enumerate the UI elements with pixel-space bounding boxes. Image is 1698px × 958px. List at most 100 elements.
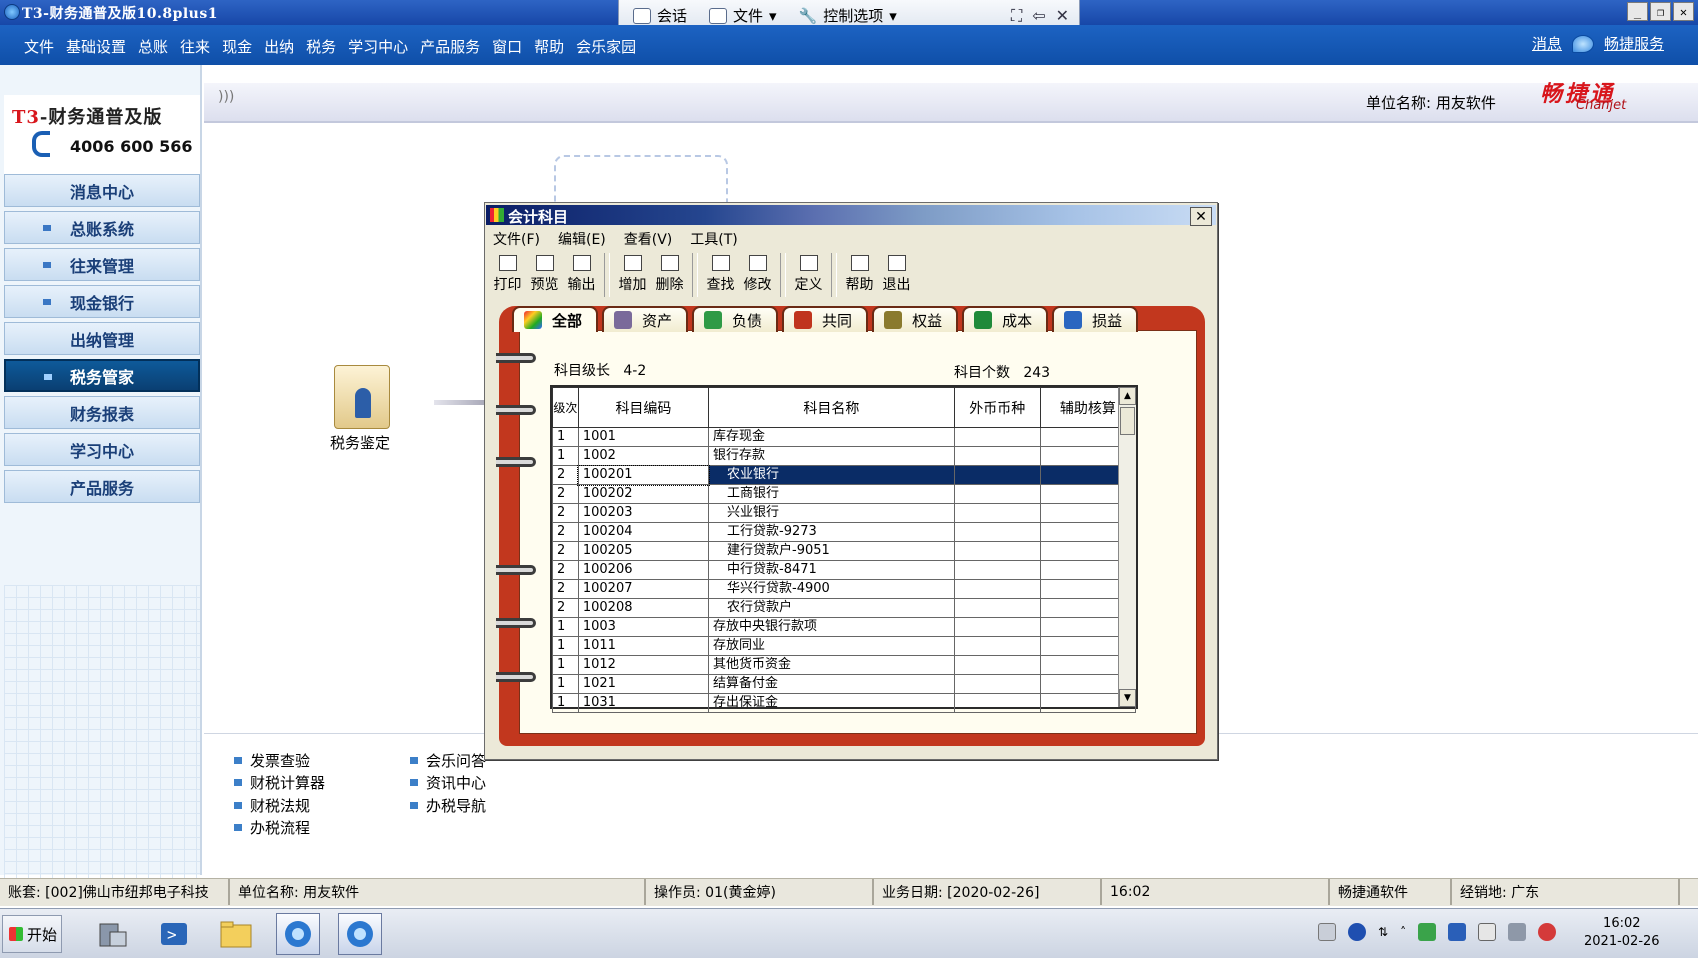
dialog-close-button[interactable]: ✕ [1190, 207, 1212, 226]
network-icon[interactable] [1418, 923, 1437, 941]
tab-3[interactable]: 共同 [782, 306, 869, 332]
link-item[interactable]: 发票查验 [234, 749, 325, 772]
link-item[interactable]: 办税流程 [234, 817, 325, 840]
t3-app-icon-2[interactable] [338, 913, 382, 955]
toolbar-button-9[interactable]: 退出 [878, 253, 915, 297]
menu-item-5[interactable]: 出纳 [264, 36, 294, 57]
column-header-3[interactable]: 外币币种 [953, 387, 1041, 428]
table-row[interactable]: 1 1002 银行存款 [552, 446, 1137, 466]
menu-item-11[interactable]: 会乐家园 [576, 36, 636, 57]
scroll-down-button[interactable]: ▼ [1119, 689, 1136, 707]
table-row[interactable]: 1 1031 存出保证金 [552, 693, 1137, 713]
link-item[interactable]: 会乐问答 [410, 749, 486, 772]
sidebar-item-3[interactable]: 现金银行 [4, 285, 200, 318]
expand-chevron-icon[interactable]: ))) [218, 89, 234, 105]
table-row[interactable]: 1 1012 其他货币资金 [552, 655, 1137, 675]
sidebar-item-0[interactable]: 消息中心 [4, 174, 200, 207]
link-item[interactable]: 资讯中心 [410, 772, 486, 795]
dialog-menu-item-3[interactable]: 工具(T) [690, 229, 737, 249]
table-row[interactable]: 2 100202 工商银行 [552, 484, 1137, 504]
link-item[interactable]: 办税导航 [410, 794, 486, 817]
table-row[interactable]: 2 100203 兴业银行 [552, 503, 1137, 523]
message-icon[interactable] [1571, 34, 1594, 53]
tax-assessment-icon[interactable] [334, 365, 390, 429]
toolbar-button-0[interactable]: 打印 [489, 253, 526, 297]
sidebar-item-2[interactable]: 往来管理 [4, 248, 200, 281]
toolbar-button-5[interactable]: 查找 [702, 253, 739, 297]
tab-6[interactable]: 损益 [1052, 306, 1139, 332]
dialog-menu-item-0[interactable]: 文件(F) [493, 229, 540, 249]
start-button[interactable]: 开始 [2, 915, 62, 953]
table-row[interactable]: 1 1021 结算备付金 [552, 674, 1137, 694]
menu-item-8[interactable]: 产品服务 [420, 36, 480, 57]
powershell-icon[interactable]: > [152, 913, 196, 955]
toolbar-button-2[interactable]: 输出 [563, 253, 600, 297]
table-row[interactable]: 2 100207 华兴行贷款-4900 [552, 579, 1137, 599]
fullscreen-icon[interactable]: ⛶ [1011, 6, 1022, 26]
scroll-up-button[interactable]: ▲ [1119, 387, 1136, 405]
tab-2[interactable]: 负债 [692, 306, 779, 332]
chevron-up-icon[interactable]: ˄ [1400, 925, 1406, 939]
help-icon[interactable] [1348, 923, 1366, 941]
message-link[interactable]: 消息 [1532, 33, 1562, 54]
keyboard-icon[interactable] [1318, 923, 1336, 941]
table-row[interactable]: 2 100205 建行贷款户-9051 [552, 541, 1137, 561]
close-button[interactable]: ✕ [1673, 2, 1694, 21]
flag-icon[interactable] [1478, 923, 1497, 941]
volume-muted-icon[interactable] [1538, 923, 1557, 941]
tab-4[interactable]: 权益 [872, 306, 959, 332]
close-icon[interactable]: ✕ [1056, 6, 1069, 26]
toolbar-button-4[interactable]: 删除 [651, 253, 688, 297]
service-link[interactable]: 畅捷服务 [1604, 33, 1664, 54]
t3-app-icon[interactable] [276, 913, 320, 955]
sidebar-item-6[interactable]: 财务报表 [4, 396, 200, 429]
table-row[interactable]: 2 100201 农业银行 [552, 464, 1137, 486]
toolbar-button-8[interactable]: 帮助 [841, 253, 878, 297]
dialog-menu-item-1[interactable]: 编辑(E) [558, 229, 606, 249]
folder-icon[interactable] [214, 913, 258, 955]
link-item[interactable]: 财税法规 [234, 794, 325, 817]
table-row[interactable]: 1 1003 存放中央银行款项 [552, 617, 1137, 637]
toolbar-button-7[interactable]: 定义 [790, 253, 827, 297]
pin-icon[interactable]: ⇦ [1032, 6, 1045, 26]
tab-1[interactable]: 资产 [602, 306, 689, 332]
table-row[interactable]: 2 100208 农行贷款户 [552, 598, 1137, 618]
tab-5[interactable]: 成本 [962, 306, 1049, 332]
tax-assessment-label[interactable]: 税务鉴定 [330, 432, 390, 453]
menu-item-10[interactable]: 帮助 [534, 36, 564, 57]
tab-0[interactable]: 全部 [512, 306, 599, 332]
table-row[interactable]: 2 100206 中行贷款-8471 [552, 560, 1137, 580]
menu-item-3[interactable]: 往来 [180, 36, 210, 57]
menu-item-0[interactable]: 文件 [24, 36, 54, 57]
toolbar-button-1[interactable]: 预览 [526, 253, 563, 297]
menu-item-1[interactable]: 基础设置 [66, 36, 126, 57]
display-icon[interactable] [1508, 923, 1527, 941]
sidebar-item-7[interactable]: 学习中心 [4, 433, 200, 466]
column-header-0[interactable]: 级次 [552, 387, 579, 428]
table-row[interactable]: 1 1001 库存现金 [552, 427, 1137, 447]
scroll-thumb[interactable] [1120, 407, 1135, 435]
menu-item-4[interactable]: 现金 [222, 36, 252, 57]
menu-item-2[interactable]: 总账 [138, 36, 168, 57]
session-button[interactable]: 会话 [633, 5, 687, 26]
sidebar-item-5[interactable]: 税务管家 [4, 359, 200, 392]
minimize-button[interactable]: _ [1627, 2, 1648, 21]
restore-button[interactable]: ❐ [1650, 2, 1671, 21]
menu-item-6[interactable]: 税务 [306, 36, 336, 57]
link-item[interactable]: 财税计算器 [234, 772, 325, 795]
toolbar-button-3[interactable]: 增加 [614, 253, 651, 297]
column-header-1[interactable]: 科目编码 [577, 387, 710, 428]
chart-icon[interactable] [1448, 923, 1467, 941]
control-options-dropdown[interactable]: 🔧 控制选项 ▾ [799, 5, 897, 26]
column-header-2[interactable]: 科目名称 [708, 387, 955, 428]
file-dropdown[interactable]: 文件 ▾ [709, 5, 777, 26]
table-row[interactable]: 2 100204 工行贷款-9273 [552, 522, 1137, 542]
toolbar-button-6[interactable]: 修改 [739, 253, 776, 297]
menu-item-7[interactable]: 学习中心 [348, 36, 408, 57]
vertical-scrollbar[interactable]: ▲ ▼ [1118, 387, 1136, 707]
dialog-menu-item-2[interactable]: 查看(V) [624, 229, 673, 249]
language-icon[interactable]: ⇅ [1378, 925, 1388, 939]
sidebar-item-1[interactable]: 总账系统 [4, 211, 200, 244]
server-manager-icon[interactable] [90, 913, 134, 955]
menu-item-9[interactable]: 窗口 [492, 36, 522, 57]
